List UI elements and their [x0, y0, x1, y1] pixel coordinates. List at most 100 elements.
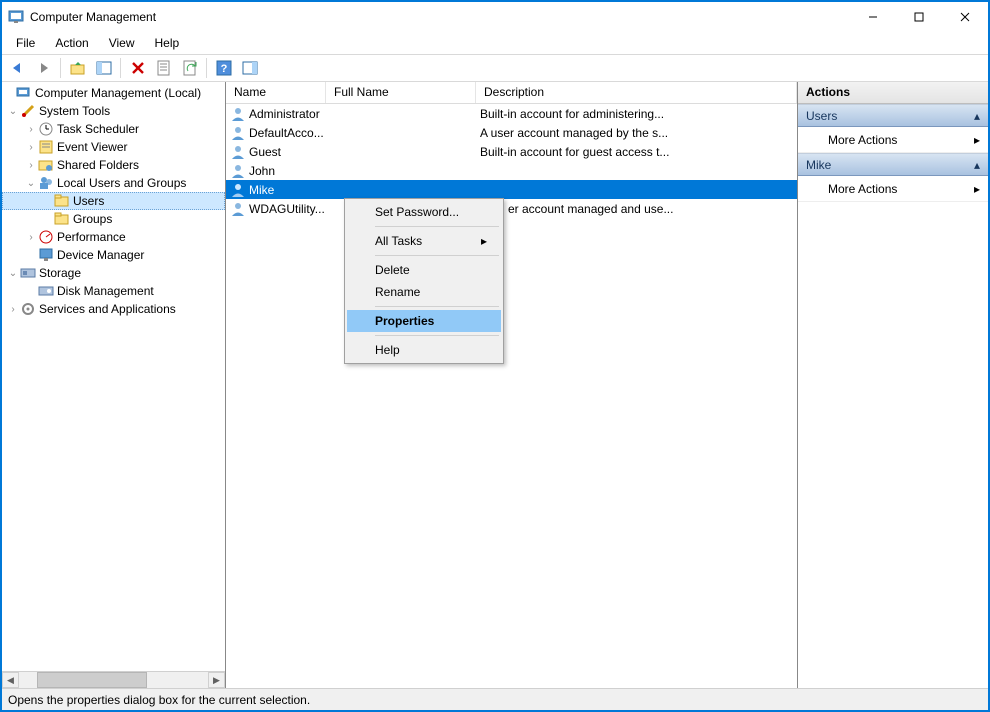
user-row-wdagutility[interactable]: WDAGUtility... er account managed and us…	[226, 199, 797, 218]
refresh-icon	[182, 60, 198, 76]
toolbar-separator	[206, 58, 207, 78]
scrollbar-thumb[interactable]	[37, 672, 147, 688]
user-row-mike[interactable]: Mike	[226, 180, 797, 199]
tree-horizontal-scrollbar[interactable]: ◀ ▶	[2, 671, 225, 688]
user-row-guest[interactable]: Guest Built-in account for guest access …	[226, 142, 797, 161]
ctx-set-password[interactable]: Set Password...	[347, 201, 501, 223]
delete-button[interactable]	[126, 57, 149, 79]
expander-icon[interactable]: ⌄	[6, 106, 20, 117]
menu-file[interactable]: File	[6, 34, 45, 52]
tree-device-manager[interactable]: Device Manager	[2, 246, 225, 264]
cell-text: Guest	[249, 145, 281, 159]
menu-help[interactable]: Help	[145, 34, 190, 52]
refresh-button[interactable]	[178, 57, 201, 79]
expander-icon[interactable]: ›	[24, 142, 38, 153]
event-icon	[38, 139, 54, 155]
ctx-separator	[375, 226, 499, 227]
help-button[interactable]: ?	[212, 57, 235, 79]
tree-label: Shared Folders	[57, 158, 139, 172]
tree-performance[interactable]: › Performance	[2, 228, 225, 246]
panel-right-icon	[242, 60, 258, 76]
tree-label: Local Users and Groups	[57, 176, 186, 190]
tree[interactable]: Computer Management (Local) ⌄ System Too…	[2, 82, 225, 671]
users-groups-icon	[38, 175, 54, 191]
storage-icon	[20, 265, 36, 281]
cell-text: Mike	[249, 183, 274, 197]
column-header-description[interactable]: Description	[476, 82, 797, 103]
shared-folder-icon	[38, 157, 54, 173]
show-actions-button[interactable]	[238, 57, 261, 79]
tree-users[interactable]: Users	[2, 192, 225, 210]
forward-button[interactable]	[32, 57, 55, 79]
ctx-label: All Tasks	[375, 234, 422, 248]
ctx-label: Set Password...	[375, 205, 459, 219]
tree-task-scheduler[interactable]: › Task Scheduler	[2, 120, 225, 138]
column-header-fullname[interactable]: Full Name	[326, 82, 476, 103]
user-icon	[230, 182, 246, 198]
list-panel: Name Full Name Description Administrator…	[226, 82, 798, 688]
expander-icon[interactable]: ⌄	[6, 268, 20, 279]
scroll-right-arrow-icon[interactable]: ▶	[208, 672, 225, 688]
up-button[interactable]	[66, 57, 89, 79]
user-icon	[230, 144, 246, 160]
actions-title: Actions	[798, 82, 988, 104]
ctx-properties[interactable]: Properties	[347, 310, 501, 332]
tree-label: Task Scheduler	[57, 122, 139, 136]
scroll-left-arrow-icon[interactable]: ◀	[2, 672, 19, 688]
close-button[interactable]	[942, 2, 988, 32]
tree-services-apps[interactable]: › Services and Applications	[2, 300, 225, 318]
tree-shared-folders[interactable]: › Shared Folders	[2, 156, 225, 174]
menubar: File Action View Help	[2, 32, 988, 54]
tree-label: Users	[73, 194, 104, 208]
list-body[interactable]: Administrator Built-in account for admin…	[226, 104, 797, 688]
expander-icon[interactable]: ⌄	[24, 178, 38, 189]
tree-local-users-groups[interactable]: ⌄ Local Users and Groups	[2, 174, 225, 192]
section-label: Mike	[806, 158, 831, 172]
user-row-administrator[interactable]: Administrator Built-in account for admin…	[226, 104, 797, 123]
cell-text: A user account managed by the s...	[476, 126, 797, 140]
user-row-defaultaccount[interactable]: DefaultAcco... A user account managed by…	[226, 123, 797, 142]
show-hide-tree-button[interactable]	[92, 57, 115, 79]
tree-groups[interactable]: Groups	[2, 210, 225, 228]
expander-icon[interactable]: ›	[24, 124, 38, 135]
ctx-help[interactable]: Help	[347, 339, 501, 361]
tree-label: Computer Management (Local)	[35, 86, 201, 100]
tree-storage[interactable]: ⌄ Storage	[2, 264, 225, 282]
properties-button[interactable]	[152, 57, 175, 79]
tree-system-tools[interactable]: ⌄ System Tools	[2, 102, 225, 120]
forward-arrow-icon	[36, 61, 52, 75]
panel-icon	[96, 60, 112, 76]
window-title: Computer Management	[30, 10, 156, 24]
maximize-button[interactable]	[896, 2, 942, 32]
actions-section-mike[interactable]: Mike ▴	[798, 153, 988, 176]
back-button[interactable]	[6, 57, 29, 79]
actions-more-mike[interactable]: More Actions ▸	[798, 176, 988, 202]
menu-action[interactable]: Action	[45, 34, 98, 52]
minimize-button[interactable]	[850, 2, 896, 32]
ctx-separator	[375, 255, 499, 256]
expander-icon[interactable]: ›	[24, 160, 38, 171]
column-header-name[interactable]: Name	[226, 82, 326, 103]
expander-icon[interactable]: ›	[6, 304, 20, 315]
tree-disk-management[interactable]: Disk Management	[2, 282, 225, 300]
ctx-all-tasks[interactable]: All Tasks▸	[347, 230, 501, 252]
actions-more-users[interactable]: More Actions ▸	[798, 127, 988, 153]
expander-icon[interactable]: ›	[24, 232, 38, 243]
item-label: More Actions	[828, 133, 897, 147]
scrollbar-track[interactable]	[147, 672, 208, 688]
close-icon	[960, 12, 970, 22]
actions-section-users[interactable]: Users ▴	[798, 104, 988, 127]
tree-root[interactable]: Computer Management (Local)	[2, 84, 225, 102]
menu-view[interactable]: View	[99, 34, 145, 52]
toolbar-separator	[120, 58, 121, 78]
cell-text: er account managed and use...	[476, 202, 797, 216]
ctx-rename[interactable]: Rename	[347, 281, 501, 303]
help-icon: ?	[216, 60, 232, 76]
ctx-separator	[375, 335, 499, 336]
ctx-delete[interactable]: Delete	[347, 259, 501, 281]
cell-text: Administrator	[249, 107, 320, 121]
tree-event-viewer[interactable]: › Event Viewer	[2, 138, 225, 156]
user-row-john[interactable]: John	[226, 161, 797, 180]
clock-icon	[38, 121, 54, 137]
ctx-separator	[375, 306, 499, 307]
